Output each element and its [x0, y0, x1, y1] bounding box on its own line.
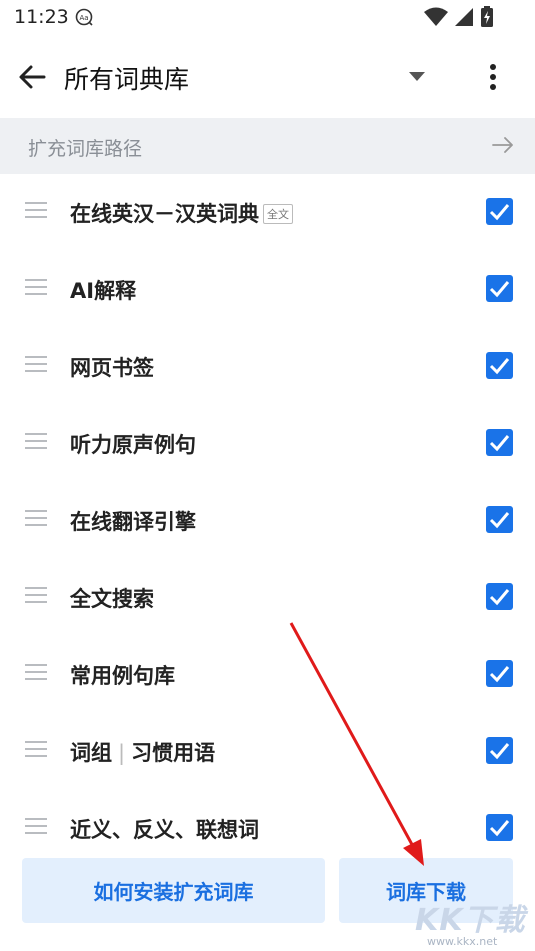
- checkmark-icon: [489, 435, 510, 452]
- drag-handle-icon[interactable]: [25, 279, 47, 297]
- dictionary-checkbox[interactable]: [486, 737, 513, 764]
- dictionary-label: 在线英汉－汉英词典 全文: [70, 198, 293, 228]
- drag-handle-icon[interactable]: [25, 818, 47, 836]
- list-item[interactable]: 网页书签: [0, 328, 535, 405]
- dictionary-checkbox[interactable]: [486, 506, 513, 533]
- checkmark-icon: [489, 204, 510, 221]
- more-options-icon[interactable]: [489, 64, 497, 90]
- signal-icon: [455, 8, 473, 26]
- dictionary-label: 近义、反义、联想词: [70, 818, 259, 842]
- path-label: 扩充词库路径: [28, 138, 143, 160]
- app-bar: 所有词典库: [0, 36, 535, 118]
- wifi-icon: [424, 7, 448, 26]
- checkmark-icon: [489, 820, 510, 837]
- arrow-right-icon: [492, 137, 513, 153]
- list-item[interactable]: 全文搜索: [0, 559, 535, 636]
- drag-handle-icon[interactable]: [25, 741, 47, 759]
- watermark-url: www.kkx.net: [427, 935, 498, 948]
- battery-charging-icon: [481, 6, 493, 27]
- dictionary-checkbox[interactable]: [486, 583, 513, 610]
- separator: |: [118, 741, 126, 765]
- list-item[interactable]: 词组 | 习惯用语: [0, 713, 535, 790]
- checkmark-icon: [489, 589, 510, 606]
- drag-handle-icon[interactable]: [25, 433, 47, 451]
- dictionary-label: AI解释: [70, 279, 137, 303]
- dictionary-name: 词组: [70, 741, 112, 765]
- drag-handle-icon[interactable]: [25, 664, 47, 682]
- dictionary-label: 词组 | 习惯用语: [70, 737, 215, 767]
- drag-handle-icon[interactable]: [25, 587, 47, 605]
- checkmark-icon: [489, 666, 510, 683]
- back-arrow-icon[interactable]: [18, 64, 46, 90]
- dictionary-label: 网页书签: [70, 356, 154, 380]
- page-title: 所有词典库: [64, 65, 190, 94]
- drag-handle-icon[interactable]: [25, 510, 47, 528]
- dictionary-label: 全文搜索: [70, 587, 154, 611]
- list-item[interactable]: AI解释: [0, 251, 535, 328]
- drag-handle-icon[interactable]: [25, 356, 47, 374]
- dictionary-checkbox[interactable]: [486, 429, 513, 456]
- dictionary-label: 在线翻译引擎: [70, 510, 196, 534]
- dictionary-name-secondary: 习惯用语: [131, 741, 216, 765]
- list-item[interactable]: 听力原声例句: [0, 405, 535, 482]
- status-bar: 11:23 Aa: [0, 0, 535, 36]
- dictionary-label: 听力原声例句: [70, 433, 196, 457]
- dictionary-label: 常用例句库: [70, 664, 175, 688]
- drag-handle-icon[interactable]: [25, 202, 47, 220]
- dictionary-checkbox[interactable]: [486, 814, 513, 841]
- how-to-install-button[interactable]: 如何安装扩充词库: [22, 858, 325, 923]
- watermark-logo: KK下载: [415, 903, 526, 938]
- checkmark-icon: [489, 358, 510, 375]
- svg-text:Aa: Aa: [79, 14, 88, 22]
- checkmark-icon: [489, 281, 510, 298]
- list-item[interactable]: 在线翻译引擎: [0, 482, 535, 559]
- dropdown-icon[interactable]: [409, 72, 425, 82]
- checkmark-icon: [489, 743, 510, 760]
- list-item[interactable]: 近义、反义、联想词: [0, 790, 535, 867]
- list-item[interactable]: 常用例句库: [0, 636, 535, 713]
- watermark: KK下载 www.kkx.net: [415, 895, 533, 951]
- dictionary-checkbox[interactable]: [486, 275, 513, 302]
- status-time: 11:23: [14, 6, 69, 28]
- full-text-tag: 全文: [263, 204, 293, 224]
- list-item[interactable]: 在线英汉－汉英词典 全文: [0, 174, 535, 251]
- extended-dictionary-path-bar[interactable]: 扩充词库路径: [0, 118, 535, 174]
- dictionary-checkbox[interactable]: [486, 198, 513, 225]
- text-size-icon: Aa: [75, 8, 93, 26]
- dictionary-checkbox[interactable]: [486, 352, 513, 379]
- dictionary-checkbox[interactable]: [486, 660, 513, 687]
- checkmark-icon: [489, 512, 510, 529]
- dictionary-name: 在线英汉－汉英词典: [70, 202, 259, 226]
